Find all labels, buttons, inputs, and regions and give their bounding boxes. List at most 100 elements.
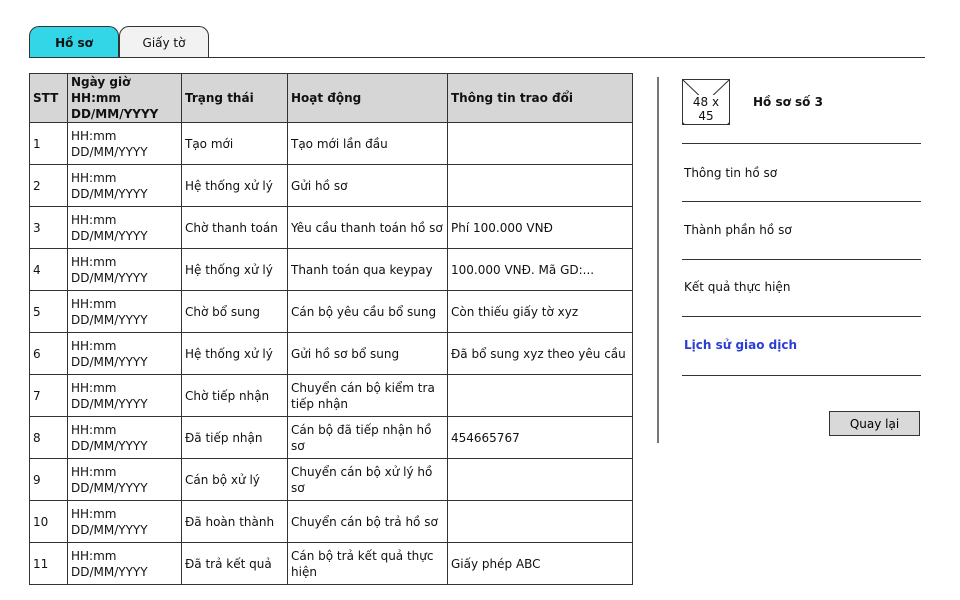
cell-time: HH:mm DD/MM/YYYY [67,248,182,291]
cell-time-hour: HH:mm [71,212,117,227]
image-size-label: 48 x 45 [684,95,728,123]
table-row: 7 HH:mm DD/MM/YYYY Chờ tiếp nhận Chuyển cán … [29,374,633,417]
divider [682,375,921,376]
cell-info: Phí 100.000 VNĐ [447,206,633,249]
tab-divider [29,57,925,58]
tab-label: Giấy tờ [142,35,186,50]
cell-stt: 2 [29,164,68,207]
cell-stt: 10 [29,500,68,543]
cell-time-hour: HH:mm [71,464,117,479]
cell-info: 100.000 VNĐ. Mã GD:... [447,248,633,291]
cell-time: HH:mm DD/MM/YYYY [67,164,182,207]
cell-time: HH:mm DD/MM/YYYY [67,206,182,249]
cell-info [447,500,633,543]
menu-item-thong-tin-ho-so[interactable]: Thông tin hồ sơ [684,166,777,180]
cell-time-date: DD/MM/YYYY [71,396,148,411]
menu-item-lich-su-giao-dich[interactable]: Lịch sử giao dịch [684,338,797,352]
menu-item-ket-qua-thuc-hien[interactable]: Kết quả thực hiện [684,280,790,294]
cell-time: HH:mm DD/MM/YYYY [67,416,182,459]
cell-stt: 5 [29,290,68,333]
cell-status: Chờ bổ sung [181,290,288,333]
table-row: 2 HH:mm DD/MM/YYYY Hệ thống xử lý Gửi hồ sơ [29,164,633,207]
table-row: 6 HH:mm DD/MM/YYYY Hệ thống xử lý Gửi hồ sơ … [29,332,633,375]
panel-divider [657,77,659,443]
cell-time-date: DD/MM/YYYY [71,144,148,159]
table-row: 5 HH:mm DD/MM/YYYY Chờ bổ sung Cán bộ yêu cầ… [29,290,633,333]
cell-activity: Gửi hồ sơ bổ sung [287,332,448,375]
cell-time: HH:mm DD/MM/YYYY [67,374,182,417]
table-row: 11 HH:mm DD/MM/YYYY Đã trả kết quả Cán bộ tr… [29,542,633,585]
cell-time-date: DD/MM/YYYY [71,564,148,579]
table-row: 3 HH:mm DD/MM/YYYY Chờ thanh toán Yêu cầu th… [29,206,633,249]
cell-activity: Cán bộ trả kết quả thực hiện [287,542,448,585]
cell-stt: 6 [29,332,68,375]
cell-stt: 3 [29,206,68,249]
divider [682,143,921,144]
profile-title: Hồ sơ số 3 [753,95,823,109]
cell-activity: Thanh toán qua keypay [287,248,448,291]
cell-info [447,458,633,501]
table-row: 9 HH:mm DD/MM/YYYY Cán bộ xử lý Chuyển cán b… [29,458,633,501]
header-status: Trạng thái [181,73,288,123]
cell-time-hour: HH:mm [71,296,117,311]
table-header-row: STT Ngày giờ HH:mm DD/MM/YYYY Trạng thái… [29,73,633,123]
cell-time-date: DD/MM/YYYY [71,522,148,537]
cell-time-date: DD/MM/YYYY [71,354,148,369]
cell-status: Chờ tiếp nhận [181,374,288,417]
cell-time-hour: HH:mm [71,254,117,269]
cell-time: HH:mm DD/MM/YYYY [67,458,182,501]
table-row: 10 HH:mm DD/MM/YYYY Đã hoàn thành Chuyển cán… [29,500,633,543]
cell-info: 454665767 [447,416,633,459]
menu-item-thanh-phan-ho-so[interactable]: Thành phần hồ sơ [684,223,792,237]
cell-time-date: DD/MM/YYYY [71,312,148,327]
cell-time: HH:mm DD/MM/YYYY [67,122,182,165]
cell-status: Cán bộ xử lý [181,458,288,501]
cell-stt: 7 [29,374,68,417]
header-stt: STT [29,73,68,123]
cell-info: Giấy phép ABC [447,542,633,585]
cell-time-hour: HH:mm [71,338,117,353]
cell-status: Hệ thống xử lý [181,248,288,291]
cell-time-hour: HH:mm [71,380,117,395]
cell-info [447,164,633,207]
cell-status: Chờ thanh toán [181,206,288,249]
cell-activity: Tạo mới lần đầu [287,122,448,165]
cell-time: HH:mm DD/MM/YYYY [67,290,182,333]
cell-status: Tạo mới [181,122,288,165]
cell-info: Còn thiếu giấy tờ xyz [447,290,633,333]
transaction-history-table: STT Ngày giờ HH:mm DD/MM/YYYY Trạng thái… [29,73,633,585]
tab-ho-so[interactable]: Hồ sơ [29,26,119,58]
cell-activity: Cán bộ đã tiếp nhận hồ sơ [287,416,448,459]
header-info: Thông tin trao đổi [447,73,633,123]
cell-stt: 11 [29,542,68,585]
cell-time: HH:mm DD/MM/YYYY [67,332,182,375]
table-row: 1 HH:mm DD/MM/YYYY Tạo mới Tạo mới lần đầu [29,122,633,165]
cell-stt: 4 [29,248,68,291]
cell-time: HH:mm DD/MM/YYYY [67,542,182,585]
cell-status: Hệ thống xử lý [181,332,288,375]
table-row: 4 HH:mm DD/MM/YYYY Hệ thống xử lý Thanh toán… [29,248,633,291]
cell-time-date: DD/MM/YYYY [71,228,148,243]
divider [682,259,921,260]
back-button[interactable]: Quay lại [829,411,920,436]
header-time: Ngày giờ HH:mm DD/MM/YYYY [67,73,182,123]
cell-stt: 1 [29,122,68,165]
table-row: 8 HH:mm DD/MM/YYYY Đã tiếp nhận Cán bộ đã ti… [29,416,633,459]
cell-activity: Chuyển cán bộ xử lý hồ sơ [287,458,448,501]
cell-stt: 9 [29,458,68,501]
cell-time-hour: HH:mm [71,548,117,563]
cell-status: Đã trả kết quả [181,542,288,585]
cell-info [447,374,633,417]
cell-time-date: DD/MM/YYYY [71,480,148,495]
cell-time: HH:mm DD/MM/YYYY [67,500,182,543]
cell-status: Hệ thống xử lý [181,164,288,207]
cell-stt: 8 [29,416,68,459]
cell-time-hour: HH:mm [71,170,117,185]
cell-info: Đã bổ sung xyz theo yêu cầu [447,332,633,375]
tab-giay-to[interactable]: Giấy tờ [119,26,209,58]
cell-time-date: DD/MM/YYYY [71,438,148,453]
cell-status: Đã tiếp nhận [181,416,288,459]
cell-time-hour: HH:mm [71,422,117,437]
cell-time-hour: HH:mm [71,128,117,143]
cell-time-hour: HH:mm [71,506,117,521]
